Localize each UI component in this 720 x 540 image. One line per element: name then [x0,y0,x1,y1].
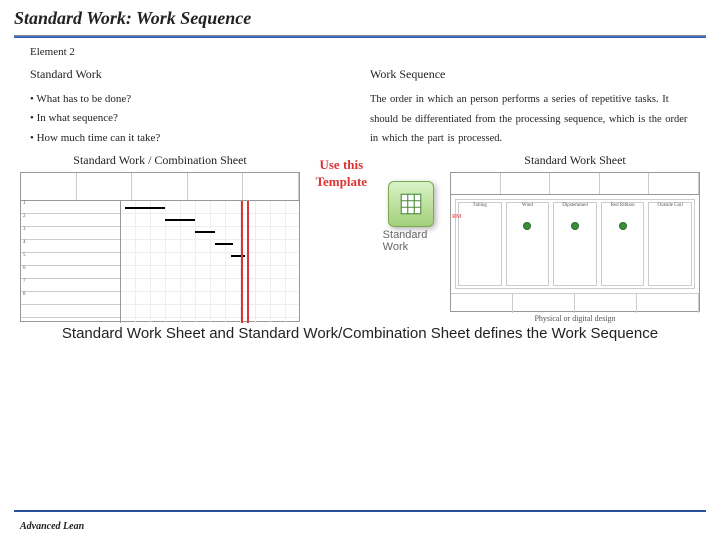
combo-title: Standard Work / Combination Sheet [73,153,246,168]
subhead: Element 2 [0,38,720,60]
definition-columns: Standard Work What has to be done? In wh… [0,60,720,149]
left-head: Standard Work [30,64,350,86]
physical-note: Physical or digital design [534,314,615,323]
bullet-list: What has to be done? In what sequence? H… [30,90,350,149]
page-title: Standard Work: Work Sequence [14,8,706,29]
list-item: How much time can it take? [30,129,350,149]
left-col: Standard Work What has to be done? In wh… [30,64,350,149]
combo-block: Standard Work / Combination Sheet 123456… [20,153,300,322]
sws-figure: RM Tubing Wind Dipstemmed Red Ribbon Out… [450,172,700,312]
list-item: What has to be done? [30,90,350,110]
right-col: Work Sequence The order in which an pers… [370,64,690,149]
spreadsheet-icon [398,191,424,217]
combo-sheet-figure: 12345678 [20,172,300,322]
sws-title: Standard Work Sheet [524,153,625,168]
excel-block[interactable]: Standard Work [383,181,440,253]
sws-block: Standard Work Sheet RM Tubing Wind Dipst… [450,153,700,323]
use-template-label: Use this Template [310,153,373,191]
title-bar: Standard Work: Work Sequence [0,0,720,31]
excel-label: Standard Work [383,229,440,253]
right-head: Work Sequence [370,64,690,86]
excel-icon[interactable] [388,181,434,227]
bottom-rule [14,510,706,512]
sheets-row: Standard Work / Combination Sheet 123456… [0,153,720,323]
bottom-caption: Standard Work Sheet and Standard Work/Co… [0,325,720,342]
list-item: In what sequence? [30,109,350,129]
work-sequence-def: The order in which an person performs a … [370,90,690,150]
brand-label: Advanced Lean [20,521,84,532]
